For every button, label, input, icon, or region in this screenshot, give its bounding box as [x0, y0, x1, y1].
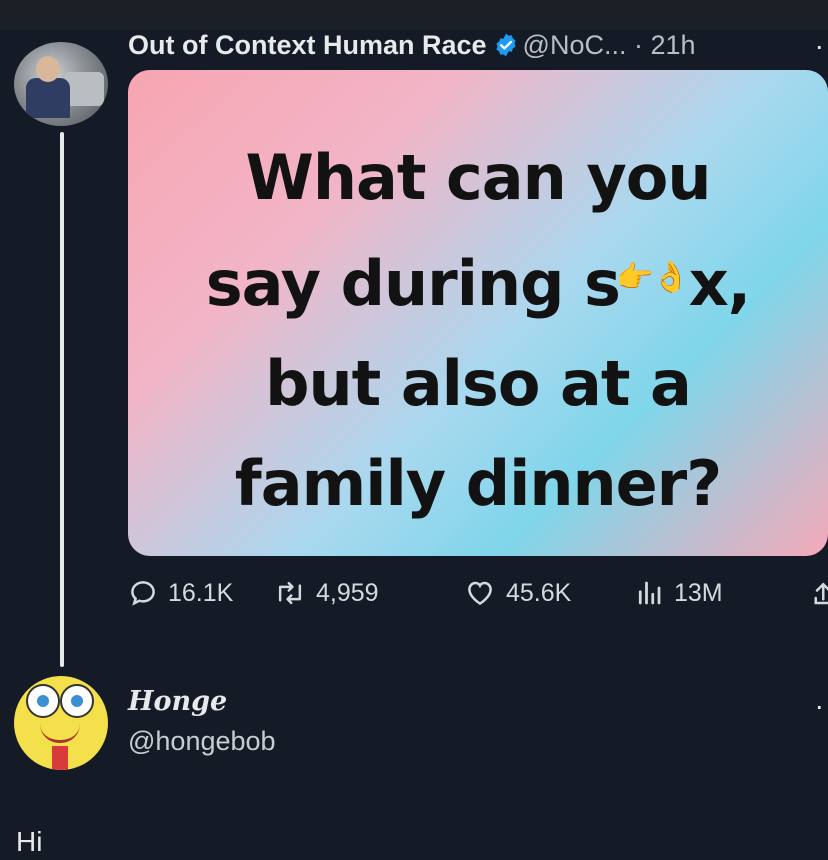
image-line-2: say during s👉👌x,	[128, 228, 828, 334]
more-options-icon[interactable]: ·	[815, 30, 824, 62]
top-bar	[0, 0, 828, 30]
reply-button[interactable]: 16.1K	[128, 578, 233, 608]
image-line-2-part-b: x,	[688, 247, 752, 320]
reply-icon	[131, 581, 155, 606]
author-avatar[interactable]	[14, 42, 108, 126]
avatar-left-pupil	[37, 695, 49, 707]
views-button[interactable]: 13M	[634, 578, 723, 608]
post-header: Out of Context Human Race @NoC... · 21h	[128, 28, 696, 62]
like-count: 45.6K	[506, 578, 572, 607]
avatar-right-pupil	[71, 695, 83, 707]
post-actions: 16.1K 4,959 45.6K 13M	[128, 578, 828, 618]
author-name[interactable]: Out of Context Human Race	[128, 30, 487, 60]
image-line-3: but also at a	[265, 347, 692, 420]
views-chart-icon	[638, 581, 661, 605]
avatar-mouth	[40, 724, 80, 743]
image-line-4: family dinner?	[234, 447, 722, 520]
repost-button[interactable]: 4,959	[274, 578, 379, 608]
thread-line	[60, 132, 64, 667]
avatar-body	[26, 78, 70, 118]
like-button[interactable]: 45.6K	[464, 578, 571, 608]
image-line-1: What can you	[245, 141, 711, 214]
censor-emoji-icon: 👉👌	[615, 260, 690, 295]
reply-author-avatar[interactable]	[14, 676, 108, 770]
reply-more-options-icon[interactable]: ·	[815, 690, 824, 722]
image-line-2-part-a: say during s	[205, 247, 621, 320]
reply-author-name[interactable]: Honge	[128, 686, 227, 717]
verified-badge-icon	[493, 32, 519, 58]
heart-icon	[468, 581, 492, 606]
views-count: 13M	[674, 578, 723, 607]
avatar-car	[64, 72, 104, 106]
post-image[interactable]: What can you say during s👉👌x, but also a…	[128, 70, 828, 556]
avatar-face	[36, 56, 60, 82]
avatar-left-eye	[26, 684, 60, 718]
avatar-tie	[52, 746, 68, 770]
share-button[interactable]	[812, 578, 828, 608]
avatar-right-eye	[60, 684, 94, 718]
image-text: What can you say during s👉👌x, but also a…	[128, 128, 828, 534]
share-icon	[814, 582, 828, 605]
reply-text: Hi	[16, 826, 43, 857]
repost-icon	[278, 581, 302, 605]
reply-count: 16.1K	[168, 578, 234, 607]
author-handle-time[interactable]: @NoC... · 21h	[523, 30, 696, 60]
reply-author-handle[interactable]: @hongebob	[128, 726, 276, 757]
repost-count: 4,959	[316, 578, 379, 607]
